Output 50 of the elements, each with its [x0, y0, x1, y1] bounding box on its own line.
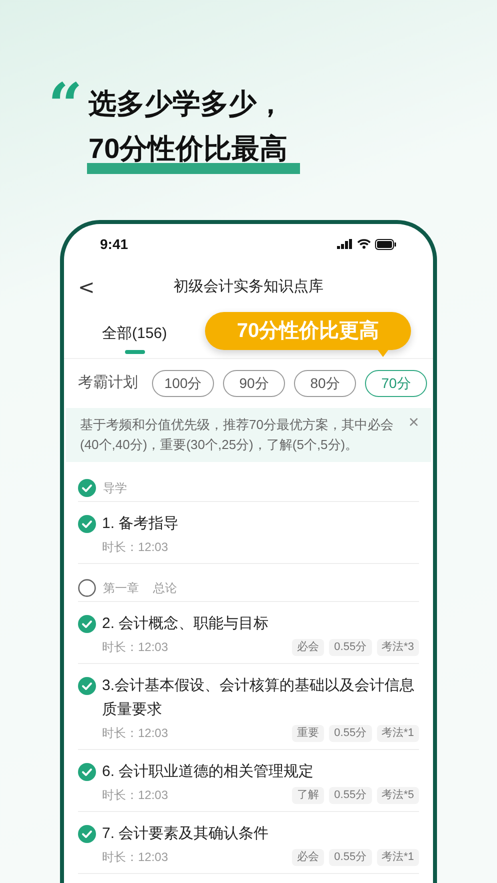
tag: 重要 [292, 724, 324, 742]
callout-bubble: 70分性价比更高 [205, 312, 411, 350]
checked-icon[interactable] [78, 615, 96, 633]
checked-icon[interactable] [78, 763, 96, 781]
plan-chip[interactable]: 80分 [294, 370, 356, 397]
back-button[interactable]: < [78, 272, 95, 302]
checked-icon[interactable] [78, 515, 96, 533]
lesson-title[interactable]: 2. 会计概念、职能与目标 [102, 612, 269, 636]
tag: 0.55分 [329, 724, 372, 742]
wifi-icon [357, 239, 371, 249]
lesson-title[interactable]: 1. 备考指导 [102, 512, 179, 536]
plan-chip[interactable]: 70分 [365, 370, 427, 397]
tag: 必会 [292, 638, 324, 656]
headline-text: 70分性价比最高 [88, 134, 288, 163]
tag: 必会 [292, 848, 324, 866]
banner-text: 基于考频和分值优先级，推荐70分最优方案，其中必会(40个,40分)，重要(30个,25分)，了解(5个,5分)。 [80, 416, 394, 454]
callout-pointer [377, 349, 389, 357]
unchecked-circle[interactable] [78, 578, 96, 596]
tab[interactable]: 全部(156) [102, 316, 168, 352]
lesson-duration: 时长：12:03 [102, 849, 168, 866]
lesson-duration: 时长：12:03 [102, 639, 168, 656]
plan-chip[interactable]: 100分 [152, 370, 214, 397]
lesson-title[interactable]: 7. 会计要素及其确认条件 [102, 822, 269, 846]
tag: 考法*5 [376, 786, 419, 804]
tag: 0.55分 [329, 638, 372, 656]
tag: 考法*1 [376, 848, 419, 866]
signal-icon [337, 239, 353, 249]
lesson-duration: 时长：12:03 [102, 725, 168, 742]
lesson-duration: 时长：12:03 [102, 787, 168, 804]
tag: 0.55分 [329, 848, 372, 866]
headline-text: 选多少学多少， [88, 87, 286, 121]
checked-icon[interactable] [78, 825, 96, 843]
status-time: 9:41 [100, 234, 128, 254]
tag: 考法*3 [376, 638, 419, 656]
plan-label: 考霸计划 [78, 373, 138, 394]
quote-mark: “ [48, 84, 83, 124]
battery-icon [375, 238, 397, 250]
checked-icon[interactable] [78, 677, 96, 695]
tag: 考法*1 [376, 724, 419, 742]
section-title: 第一章 [103, 580, 139, 596]
lesson-duration: 时长：12:03 [102, 539, 168, 556]
section-title: 导学 [103, 480, 127, 496]
page-title: 初级会计实务知识点库 [174, 276, 324, 297]
tag: 0.55分 [329, 786, 372, 804]
lesson-title[interactable]: 6. 会计职业道德的相关管理规定 [102, 760, 314, 784]
plan-chip[interactable]: 90分 [223, 370, 285, 397]
checked-icon[interactable] [78, 478, 96, 496]
tag: 了解 [292, 786, 324, 804]
lesson-title[interactable]: 3.会计基本假设、会计核算的基础以及会计信息质量要求 [102, 674, 419, 722]
section-title: 总论 [153, 580, 177, 596]
